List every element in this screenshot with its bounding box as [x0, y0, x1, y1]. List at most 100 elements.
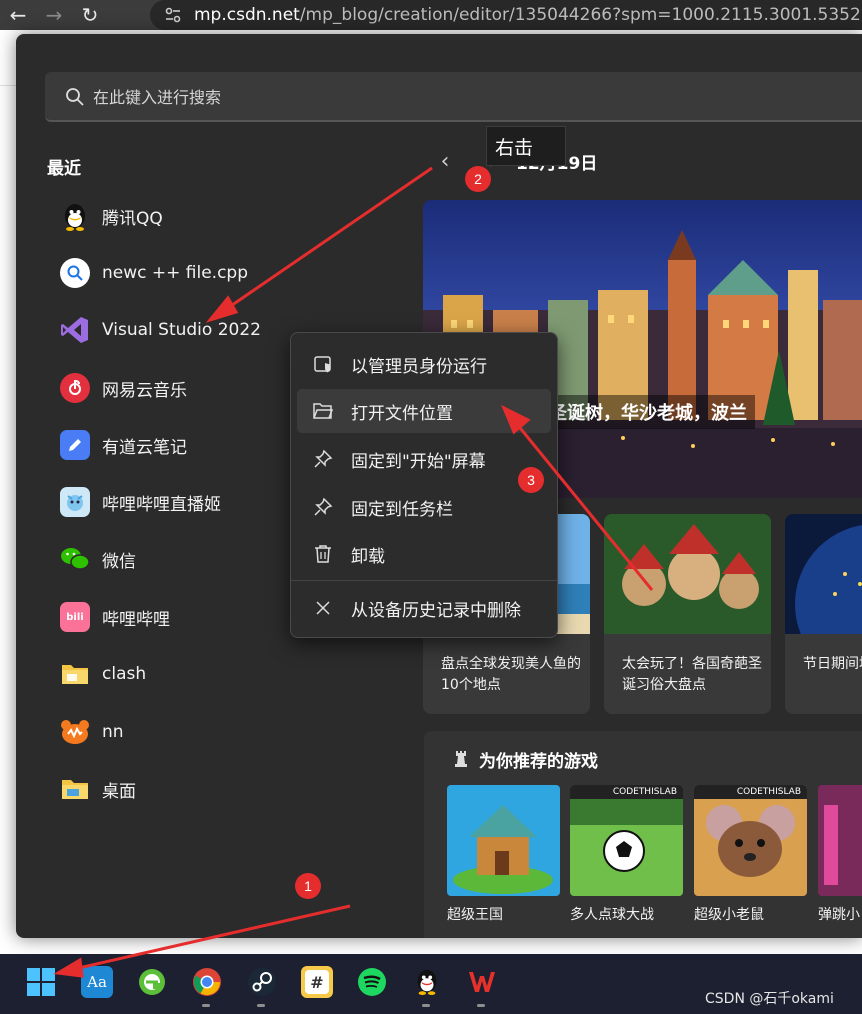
trash-icon	[311, 542, 335, 566]
qq-icon	[60, 201, 90, 231]
recent-item-label: 网易云音乐	[102, 380, 187, 401]
recent-item-label: clash	[102, 664, 147, 684]
browser-toolbar: ← → ↻ mp.csdn.net/mp_blog/creation/edito…	[0, 0, 862, 30]
codelab-badge: CODETHISLAB	[570, 785, 683, 799]
card-image	[785, 514, 862, 634]
menu-separator	[291, 580, 557, 581]
news-card-customs[interactable]: 太会玩了！各国奇葩圣诞习俗大盘点	[604, 514, 771, 714]
game-name: 超级王国	[447, 907, 503, 923]
pin-icon	[311, 495, 335, 519]
recent-item-file[interactable]: newc ++ file.cpp	[44, 250, 274, 296]
folder-open-icon	[311, 399, 335, 423]
news-card-holiday[interactable]: 节日期间地如何被	[785, 514, 862, 714]
context-menu: 以管理员身份运行 打开文件位置 固定到"开始"屏幕 固定到任务栏 卸载 从设备历…	[290, 332, 558, 638]
menu-item-label: 打开文件位置	[351, 403, 453, 424]
game-image: CODETHISLAB	[694, 785, 807, 896]
menu-item-label: 固定到任务栏	[351, 499, 453, 520]
running-indicator	[202, 1004, 210, 1007]
card-image	[604, 514, 771, 634]
menu-item-label: 卸载	[351, 546, 385, 567]
visual-studio-icon	[60, 315, 90, 345]
pin-to-start-menu-item[interactable]: 固定到"开始"屏幕	[297, 437, 551, 481]
youdao-note-icon	[60, 430, 90, 460]
reload-icon[interactable]: ↻	[72, 0, 108, 30]
spotify-icon[interactable]	[356, 966, 388, 998]
run-as-admin-menu-item[interactable]: 以管理员身份运行	[297, 342, 551, 386]
game-tile-penalty[interactable]: CODETHISLAB 多人点球大战	[570, 785, 683, 924]
file-search-icon	[60, 258, 90, 288]
card-text: 盘点全球发现美人鱼的10个地点	[441, 656, 581, 693]
recent-item-wechat[interactable]: 微信	[44, 536, 274, 582]
card-text: 节日期间地如何被	[803, 656, 862, 672]
running-indicator	[477, 1004, 485, 1007]
card-text: 太会玩了！各国奇葩圣诞习俗大盘点	[622, 656, 762, 693]
shield-run-icon	[311, 352, 335, 376]
game-name: 超级小老鼠	[694, 907, 764, 923]
recent-item-qq[interactable]: 腾讯QQ	[44, 193, 274, 239]
back-icon[interactable]: ←	[0, 0, 36, 30]
address-bar[interactable]: mp.csdn.net/mp_blog/creation/editor/1350…	[150, 0, 862, 30]
game-name: 多人点球大战	[570, 907, 654, 923]
recent-heading: 最近	[47, 159, 81, 179]
taskbar: Aa # CSDN @石千okami	[0, 954, 862, 1014]
search-placeholder: 在此键入进行搜索	[93, 88, 222, 107]
recent-item-nn[interactable]: nn	[44, 709, 274, 755]
recent-item-desktop[interactable]: 桌面	[44, 766, 274, 812]
running-indicator	[257, 1004, 265, 1007]
game-name: 弹跳小	[818, 907, 860, 923]
recent-item-label: 有道云笔记	[102, 437, 187, 458]
recent-item-netease-music[interactable]: 网易云音乐	[44, 365, 274, 411]
wps-icon[interactable]	[466, 966, 498, 998]
search-icon	[66, 88, 84, 106]
chess-icon	[455, 751, 467, 767]
forward-icon[interactable]: →	[36, 0, 72, 30]
qq-icon[interactable]	[411, 966, 443, 998]
uninstall-menu-item[interactable]: 卸载	[297, 532, 551, 576]
steam-icon[interactable]	[246, 966, 278, 998]
site-settings-icon[interactable]	[164, 6, 182, 24]
games-panel: 为你推荐的游戏 超级王国 CODETHISLAB 多人点球大战 CODETHIS…	[424, 731, 862, 938]
game-tile-mouse[interactable]: CODETHISLAB 超级小老鼠	[694, 785, 807, 924]
annotation-badge-2: 2	[465, 166, 491, 192]
game-tile-bounce[interactable]: 弹跳小	[818, 785, 862, 924]
menu-item-label: 固定到"开始"屏幕	[351, 451, 486, 472]
remove-from-history-menu-item[interactable]: 从设备历史记录中删除	[297, 586, 551, 630]
browser-e-icon[interactable]	[136, 966, 168, 998]
search-input[interactable]: 在此键入进行搜索	[45, 72, 862, 122]
game-tile-kingdom[interactable]: 超级王国	[447, 785, 560, 924]
folder-icon	[60, 774, 90, 804]
recent-item-label: 桌面	[102, 781, 136, 802]
annotation-badge-3: 3	[518, 467, 544, 493]
recent-item-label: 微信	[102, 551, 136, 572]
recent-item-youdao-note[interactable]: 有道云笔记	[44, 422, 274, 468]
pin-icon	[311, 447, 335, 471]
game-image	[447, 785, 560, 896]
dictionary-icon[interactable]: Aa	[81, 966, 113, 998]
recent-item-bilibili[interactable]: bili 哔哩哔哩	[44, 594, 274, 640]
hash-app-icon[interactable]: #	[301, 966, 333, 998]
chevron-left-icon[interactable]: ‹	[432, 149, 458, 174]
right-click-tooltip: 右击	[486, 126, 566, 166]
recent-item-label: nn	[102, 722, 124, 742]
recent-item-label: newc ++ file.cpp	[102, 263, 249, 283]
recent-item-label: Visual Studio 2022	[102, 320, 261, 340]
close-icon	[311, 596, 335, 620]
windows-start-icon[interactable]	[25, 966, 57, 998]
bilibili-live-icon	[60, 487, 90, 517]
menu-item-label: 以管理员身份运行	[351, 356, 487, 377]
netease-music-icon	[60, 373, 90, 403]
open-file-location-menu-item[interactable]: 打开文件位置	[297, 389, 551, 433]
nn-icon	[60, 717, 90, 747]
pin-to-taskbar-menu-item[interactable]: 固定到任务栏	[297, 485, 551, 529]
recent-item-clash[interactable]: clash	[44, 651, 274, 697]
recent-item-bilibili-live[interactable]: 哔哩哔哩直播姬	[44, 479, 274, 525]
wechat-icon	[60, 544, 90, 574]
running-indicator	[422, 1004, 430, 1007]
codelab-badge: CODETHISLAB	[694, 785, 807, 799]
chrome-icon[interactable]	[191, 966, 223, 998]
url-text: mp.csdn.net/mp_blog/creation/editor/1350…	[194, 5, 861, 25]
menu-item-label: 从设备历史记录中删除	[351, 600, 521, 621]
recent-item-label: 哔哩哔哩直播姬	[102, 494, 221, 515]
recent-item-visual-studio[interactable]: Visual Studio 2022	[44, 307, 274, 353]
game-image	[818, 785, 862, 896]
